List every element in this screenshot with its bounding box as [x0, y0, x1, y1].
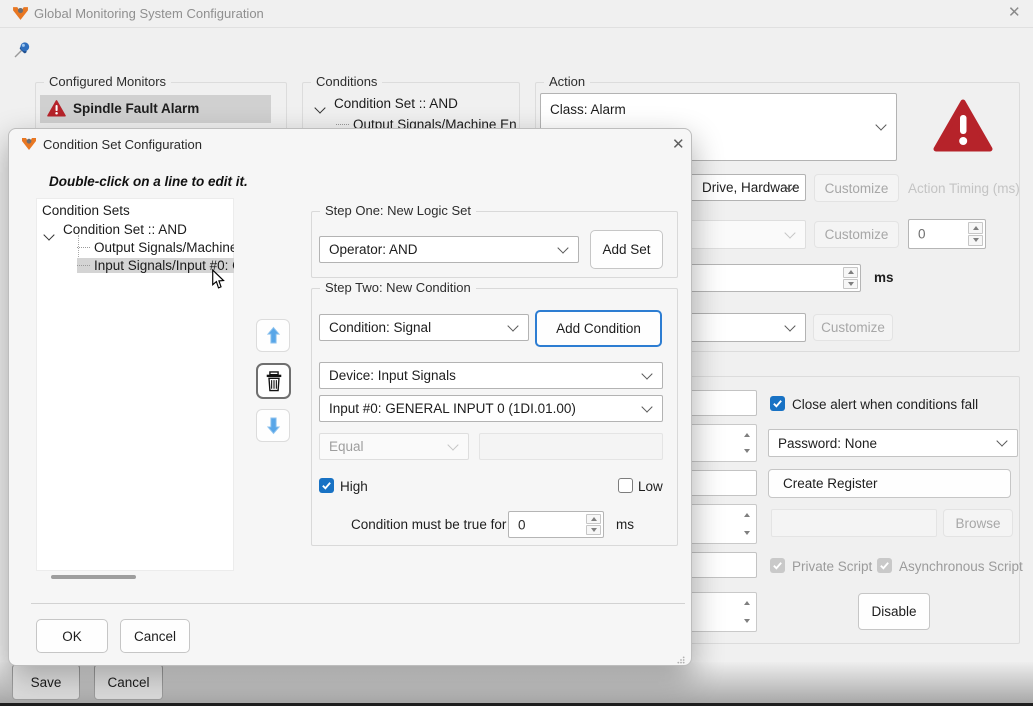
- checkmark-icon: [321, 480, 332, 491]
- low-label: Low: [638, 479, 663, 494]
- move-up-button[interactable]: [256, 319, 290, 352]
- conditions-tree-root[interactable]: Condition Set :: AND: [334, 96, 516, 111]
- chevron-down-icon: [557, 242, 568, 253]
- close-alert-checkbox[interactable]: [770, 396, 785, 411]
- dialog-title: Condition Set Configuration: [43, 137, 202, 152]
- action-label: Action: [544, 74, 590, 89]
- ms-label: ms: [874, 270, 894, 285]
- device-combo[interactable]: Device: Input Signals: [319, 362, 663, 389]
- chevron-down-icon: [784, 320, 795, 331]
- step-two-label: Step Two: New Condition: [320, 280, 476, 295]
- spin-down-icon[interactable]: [843, 279, 858, 290]
- true-for-label: Condition must be true for: [351, 517, 506, 532]
- operator-combo[interactable]: Operator: AND: [319, 236, 579, 263]
- trash-icon: [264, 370, 284, 393]
- dialog-cancel-button[interactable]: Cancel: [120, 619, 190, 653]
- tree-expand-chevron-icon[interactable]: [316, 99, 324, 117]
- dialog-logo-icon: [21, 136, 37, 152]
- spin-down-icon[interactable]: [968, 235, 983, 247]
- create-register-button[interactable]: Create Register: [768, 469, 1011, 498]
- spin-down-icon[interactable]: [586, 525, 601, 535]
- spin-up-icon[interactable]: [586, 514, 601, 524]
- add-set-button[interactable]: Add Set: [590, 230, 663, 269]
- low-checkbox[interactable]: [618, 478, 633, 493]
- checkmark-icon: [879, 560, 890, 571]
- mouse-cursor: [211, 269, 226, 295]
- dialog-divider: [31, 603, 685, 604]
- delete-button[interactable]: [256, 363, 291, 399]
- app-window: Global Monitoring System Configuration ✕…: [0, 0, 1033, 706]
- async-script-label: Asynchronous Script: [899, 559, 1023, 574]
- chevron-down-icon: [784, 227, 795, 238]
- chevron-down-icon: [447, 439, 458, 450]
- signal-input-combo[interactable]: Input #0: GENERAL INPUT 0 (1DI.01.00): [319, 395, 663, 422]
- app-logo-icon: [12, 5, 29, 22]
- comparison-combo[interactable]: Equal: [319, 433, 469, 460]
- script-path-field[interactable]: [771, 509, 937, 537]
- window-close-button[interactable]: ✕: [1008, 5, 1021, 20]
- dialog-resize-grip[interactable]: [677, 651, 685, 669]
- customize-button-2[interactable]: Customize: [814, 221, 899, 248]
- chevron-down-icon: [875, 119, 886, 130]
- condition-set-dialog: Condition Set Configuration ✕ Double-cli…: [8, 128, 692, 666]
- private-script-checkbox[interactable]: [770, 558, 785, 573]
- ok-button[interactable]: OK: [36, 619, 108, 653]
- alarm-warning-icon-large: [933, 98, 993, 159]
- dialog-close-button[interactable]: ✕: [672, 137, 685, 152]
- condition-tree[interactable]: Condition Sets Condition Set :: AND Outp…: [36, 198, 234, 571]
- high-label: High: [340, 479, 368, 494]
- move-down-button[interactable]: [256, 409, 290, 442]
- comparison-value-field[interactable]: [479, 433, 663, 460]
- spin-up-icon[interactable]: [843, 267, 858, 278]
- private-script-label: Private Script: [792, 559, 872, 574]
- action-timing-spinner[interactable]: 0: [908, 219, 986, 249]
- tree-expand-chevron-icon[interactable]: [45, 226, 53, 244]
- disable-button[interactable]: Disable: [858, 593, 930, 630]
- customize-button-3[interactable]: Customize: [813, 314, 893, 341]
- dialog-hint: Double-click on a line to edit it.: [49, 174, 248, 189]
- chevron-down-icon: [641, 401, 652, 412]
- checkmark-icon: [772, 560, 783, 571]
- tree-child-output[interactable]: Output Signals/Machine Ena: [77, 240, 234, 255]
- arrow-down-icon: [266, 416, 281, 435]
- monitor-item-label: Spindle Fault Alarm: [73, 101, 199, 116]
- chevron-down-icon: [641, 368, 652, 379]
- save-button[interactable]: Save: [12, 664, 80, 700]
- tree-hscrollbar[interactable]: [51, 575, 136, 579]
- async-script-checkbox[interactable]: [877, 558, 892, 573]
- action-timing-label: Action Timing (ms): [908, 181, 1020, 196]
- browse-button[interactable]: Browse: [943, 509, 1013, 537]
- step-one-label: Step One: New Logic Set: [320, 203, 476, 218]
- password-combo[interactable]: Password: None: [768, 429, 1018, 457]
- tree-set-node[interactable]: Condition Set :: AND: [63, 222, 231, 237]
- spin-up-icon[interactable]: [968, 222, 983, 234]
- tree-root-node[interactable]: Condition Sets: [42, 203, 230, 218]
- chevron-down-icon: [996, 435, 1007, 446]
- close-alert-label: Close alert when conditions fall: [792, 397, 978, 412]
- monitor-list-item[interactable]: Spindle Fault Alarm: [40, 95, 271, 123]
- arrow-up-icon: [266, 326, 281, 345]
- titlebar-divider: [0, 27, 1033, 28]
- customize-button-1[interactable]: Customize: [814, 174, 899, 202]
- pin-icon[interactable]: [12, 40, 32, 60]
- chevron-down-icon: [507, 320, 518, 331]
- window-title: Global Monitoring System Configuration: [34, 6, 264, 21]
- footer-cancel-button[interactable]: Cancel: [94, 664, 163, 700]
- alarm-warning-icon: [47, 100, 66, 122]
- conditions-label: Conditions: [311, 74, 382, 89]
- configured-monitors-label: Configured Monitors: [44, 74, 171, 89]
- duration-ms-label: ms: [616, 517, 634, 532]
- add-condition-button[interactable]: Add Condition: [535, 310, 662, 347]
- duration-spinner[interactable]: 0: [508, 511, 604, 538]
- high-checkbox[interactable]: [319, 478, 334, 493]
- condition-type-combo[interactable]: Condition: Signal: [319, 314, 529, 341]
- checkmark-icon: [772, 398, 783, 409]
